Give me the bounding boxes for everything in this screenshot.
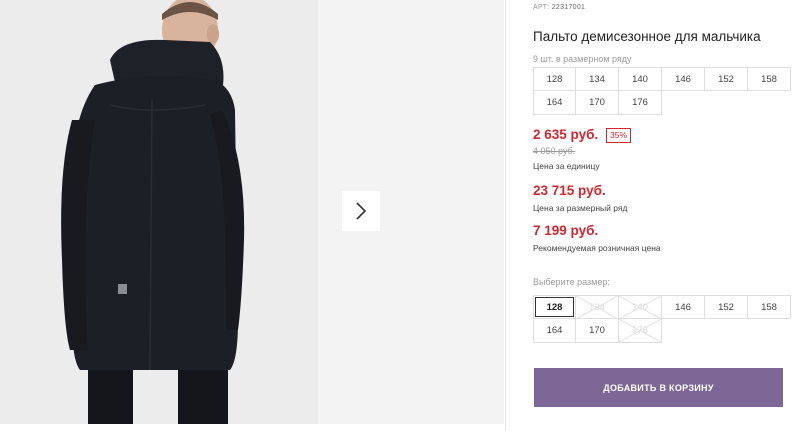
size-selector: 128 134 140 146 152 158 164 170 176 <box>533 295 791 343</box>
pack-size-cell: 140 <box>619 67 662 91</box>
size-option-disabled: 140 <box>619 295 662 319</box>
size-option[interactable]: 158 <box>748 295 791 319</box>
size-option-selected[interactable]: 128 <box>533 295 576 319</box>
pack-size-cell: 164 <box>533 91 576 115</box>
pack-size-cell: 170 <box>576 91 619 115</box>
old-price: 4 050 руб. <box>533 146 576 156</box>
pack-size-cell: 158 <box>748 67 791 91</box>
next-photo-button[interactable] <box>342 191 380 231</box>
unit-price-label: Цена за единицу <box>533 161 600 171</box>
product-page: АРТ: 22317001 Пальто демисезонное для ма… <box>0 0 800 431</box>
size-option[interactable]: 146 <box>662 295 705 319</box>
pack-size-cell: 176 <box>619 91 662 115</box>
range-price-label: Цена за размерный ряд <box>533 203 628 213</box>
column-divider <box>505 0 506 431</box>
product-title: Пальто демисезонное для мальчика <box>533 29 761 44</box>
pack-caption: 9 шт. в размерном ряду <box>533 54 632 64</box>
choose-size-caption: Выберите размер: <box>533 277 610 287</box>
unavailable-cross-icon <box>619 296 661 319</box>
pack-size-cell: 146 <box>662 67 705 91</box>
boy-in-coat-image <box>0 0 318 424</box>
unavailable-cross-icon <box>619 319 661 342</box>
size-option[interactable]: 170 <box>576 319 619 343</box>
rrp-price-label: Рекомендуемая розничная цена <box>533 243 661 253</box>
rrp-price: 7 199 руб. <box>533 223 599 238</box>
add-to-cart-button[interactable]: ДОБАВИТЬ В КОРЗИНУ <box>534 368 783 407</box>
pack-size-cell: 134 <box>576 67 619 91</box>
discount-badge: 35% <box>606 128 632 143</box>
size-option[interactable]: 152 <box>705 295 748 319</box>
article-label: АРТ: <box>533 4 550 11</box>
unit-price: 2 635 руб. <box>533 127 599 142</box>
size-option-disabled: 176 <box>619 319 662 343</box>
pack-size-cell: 128 <box>533 67 576 91</box>
range-price: 23 715 руб. <box>533 183 606 198</box>
pack-size-cell: 152 <box>705 67 748 91</box>
pack-size-grid: 128 134 140 146 152 158 164 170 176 <box>533 67 791 115</box>
article-number: АРТ: 22317001 <box>533 4 585 11</box>
article-value: 22317001 <box>551 4 586 11</box>
product-photo[interactable] <box>0 0 318 424</box>
size-option-disabled: 134 <box>576 295 619 319</box>
unavailable-cross-icon <box>576 296 618 319</box>
size-option[interactable]: 164 <box>533 319 576 343</box>
chevron-right-icon <box>356 202 367 220</box>
